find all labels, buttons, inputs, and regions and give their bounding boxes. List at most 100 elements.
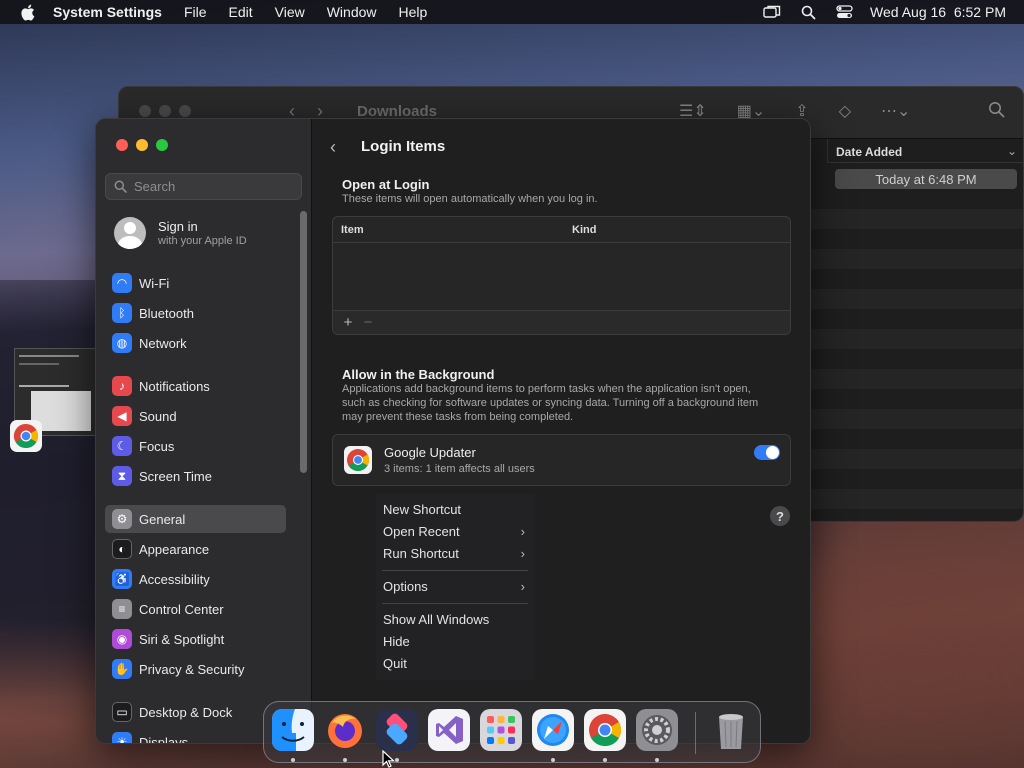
- app-name-menu[interactable]: System Settings: [53, 4, 162, 20]
- mouse-cursor-icon: [382, 750, 396, 768]
- shortcuts-icon[interactable]: [376, 709, 418, 751]
- finder-icon[interactable]: [272, 709, 314, 751]
- open-at-login-description: These items will open automatically when…: [342, 193, 598, 205]
- menu-bar-clock[interactable]: Wed Aug 16 6:52 PM: [870, 4, 1006, 20]
- chrome-icon[interactable]: [10, 420, 42, 452]
- sidebar-item-accessibility[interactable]: ♿ Accessibility: [105, 565, 286, 593]
- menu-item-run-shortcut[interactable]: Run Shortcut ›: [383, 546, 527, 566]
- menu-item-hide[interactable]: Hide: [383, 634, 527, 654]
- sidebar-item-label: Privacy & Security: [139, 661, 245, 677]
- window-controls: [116, 139, 168, 151]
- menu-item-label: Run Shortcut: [383, 546, 459, 561]
- more-actions-icon[interactable]: ⋯⌄: [881, 101, 910, 121]
- chevron-right-icon: ›: [520, 579, 525, 594]
- visual-studio-icon[interactable]: [428, 709, 470, 751]
- finder-close-button[interactable]: [139, 105, 151, 117]
- remove-login-item-button[interactable]: −: [358, 314, 378, 331]
- menu-separator: [382, 603, 528, 604]
- menu-item-label: Open Recent: [383, 524, 460, 539]
- sidebar-item-siri-spotlight[interactable]: ◉ Siri & Spotlight: [105, 625, 286, 653]
- close-button[interactable]: [116, 139, 128, 151]
- list-row: [811, 489, 1023, 509]
- list-row: [811, 249, 1023, 269]
- screen-mirroring-icon[interactable]: [762, 4, 782, 20]
- back-chevron-icon[interactable]: ‹: [330, 137, 336, 158]
- trash-icon[interactable]: [710, 709, 752, 751]
- zoom-button[interactable]: [156, 139, 168, 151]
- menu-file[interactable]: File: [184, 4, 207, 20]
- column-item[interactable]: Item: [341, 224, 364, 236]
- menu-item-open-recent[interactable]: Open Recent ›: [383, 524, 527, 544]
- sidebar-item-network[interactable]: ◍ Network: [105, 329, 286, 357]
- sidebar-item-displays[interactable]: ☀ Displays: [105, 728, 286, 743]
- add-login-item-button[interactable]: +: [338, 314, 358, 331]
- sidebar-scrollbar[interactable]: [300, 211, 307, 473]
- apple-menu-icon[interactable]: [17, 3, 37, 21]
- apple-id-signin[interactable]: Sign in with your Apple ID: [114, 217, 247, 249]
- menu-view[interactable]: View: [275, 4, 305, 20]
- menu-bar: System Settings File Edit View Window He…: [0, 0, 1024, 24]
- finder-zoom-button[interactable]: [179, 105, 191, 117]
- finder-selected-row[interactable]: Today at 6:48 PM: [835, 169, 1017, 189]
- sidebar-item-privacy-security[interactable]: ✋ Privacy & Security: [105, 655, 286, 683]
- background-item-detail: 3 items: 1 item affects all users: [384, 463, 535, 475]
- control-center-icon[interactable]: [834, 4, 854, 20]
- menu-item-label: New Shortcut: [383, 502, 462, 517]
- sidebar-item-notifications[interactable]: ♪ Notifications: [105, 372, 286, 400]
- sidebar-item-desktop-dock[interactable]: ▭ Desktop & Dock: [105, 698, 286, 726]
- signin-title: Sign in: [158, 219, 198, 234]
- menu-help[interactable]: Help: [399, 4, 428, 20]
- bell-icon: ♪: [112, 376, 132, 396]
- page-title: Login Items: [361, 138, 446, 155]
- menu-item-options[interactable]: Options ›: [383, 579, 527, 599]
- column-kind[interactable]: Kind: [572, 224, 596, 236]
- system-settings-icon[interactable]: [636, 709, 678, 751]
- signin-subtitle: with your Apple ID: [158, 235, 247, 247]
- search-field[interactable]: Search: [105, 173, 302, 200]
- menu-item-label: Quit: [383, 656, 407, 671]
- column-header-label: Date Added: [836, 145, 903, 159]
- menu-window[interactable]: Window: [327, 4, 377, 20]
- sidebar-item-general[interactable]: ⚙ General: [105, 505, 286, 533]
- sidebar-item-sound[interactable]: ◀ Sound: [105, 402, 286, 430]
- minimize-button[interactable]: [136, 139, 148, 151]
- sidebar-item-label: Control Center: [139, 601, 224, 617]
- tag-icon[interactable]: ◇: [839, 101, 851, 121]
- sidebar-item-wi-fi[interactable]: ◠ Wi-Fi: [105, 269, 286, 297]
- background-item-toggle[interactable]: [754, 445, 780, 460]
- search-placeholder: Search: [134, 179, 176, 194]
- allow-background-description: Applications add background items to per…: [342, 383, 759, 423]
- firefox-icon[interactable]: [324, 709, 366, 751]
- sidebar-item-control-center[interactable]: ≡ Control Center: [105, 595, 286, 623]
- sidebar-item-appearance[interactable]: ◐ Appearance: [105, 535, 286, 563]
- menu-item-new-shortcut[interactable]: New Shortcut: [383, 502, 527, 522]
- running-indicator: [603, 758, 607, 762]
- safari-icon[interactable]: [532, 709, 574, 751]
- list-row: [811, 369, 1023, 389]
- help-button[interactable]: ?: [770, 506, 790, 526]
- menu-item-label: Hide: [383, 634, 410, 649]
- spotlight-search-icon[interactable]: [798, 4, 818, 20]
- launchpad-icon[interactable]: [480, 709, 522, 751]
- appearance-icon: ◐: [112, 539, 132, 559]
- sidebar-item-label: Screen Time: [139, 468, 212, 484]
- menu-item-show-all-windows[interactable]: Show All Windows: [383, 612, 527, 632]
- menu-edit[interactable]: Edit: [229, 4, 253, 20]
- finder-window-controls: [139, 105, 191, 117]
- chrome-icon[interactable]: [584, 709, 626, 751]
- sidebar-item-label: Accessibility: [139, 571, 210, 587]
- list-row: [811, 469, 1023, 489]
- sidebar-item-focus[interactable]: ☾ Focus: [105, 432, 286, 460]
- menu-item-quit[interactable]: Quit: [383, 656, 527, 676]
- sidebar-item-screen-time[interactable]: ⧗ Screen Time: [105, 462, 286, 490]
- toggles-icon: ≡: [112, 599, 132, 619]
- list-row: [811, 409, 1023, 429]
- finder-minimize-button[interactable]: [159, 105, 171, 117]
- sidebar-item-bluetooth[interactable]: ᛒ Bluetooth: [105, 299, 286, 327]
- avatar: [114, 217, 146, 249]
- globe-icon: ◍: [112, 333, 132, 353]
- chevron-down-icon: ⌄: [1006, 144, 1017, 158]
- date-added-column-header[interactable]: Date Added ⌄: [827, 139, 1023, 163]
- sidebar-item-label: Sound: [139, 408, 177, 424]
- finder-search-icon[interactable]: [988, 101, 1005, 123]
